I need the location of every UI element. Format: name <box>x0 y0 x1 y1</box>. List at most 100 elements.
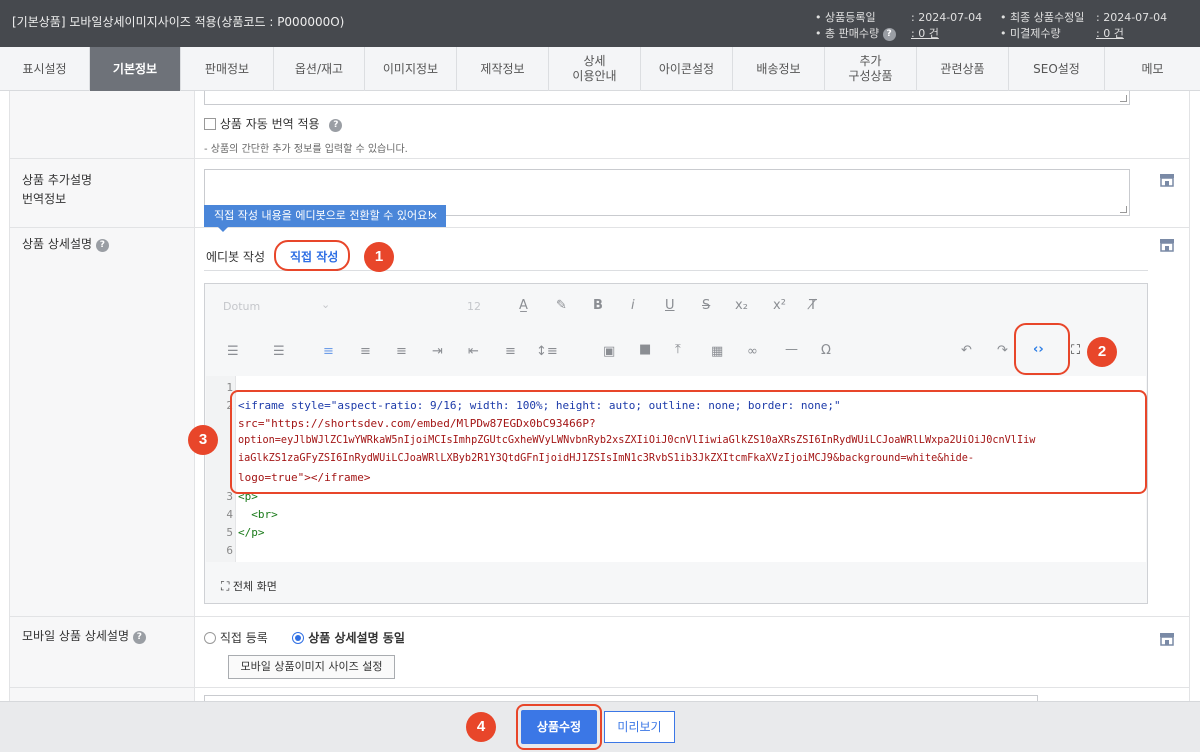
unpaid-label: • 미결제수량 <box>1000 27 1061 40</box>
fullscreen-icon: ⛶ <box>221 579 230 593</box>
subscript-icon[interactable]: x₂ <box>735 298 748 313</box>
font-size-select[interactable]: 12 <box>467 300 481 313</box>
short-desc-textarea[interactable] <box>204 91 1130 105</box>
upload-icon[interactable]: ⤒ <box>675 342 681 357</box>
tab-related-products[interactable]: 관련상품 <box>917 47 1009 91</box>
unpaid-value[interactable]: : 0 건 <box>1096 26 1124 42</box>
link-icon[interactable]: ∞ <box>747 344 758 359</box>
help-icon[interactable]: ? <box>132 631 146 644</box>
mobile-option-direct[interactable]: 직접 등록 <box>204 629 268 646</box>
help-icon[interactable]: ? <box>95 239 109 252</box>
tab-label: 배송정보 <box>756 61 801 76</box>
expand-icon[interactable]: ⛶ <box>1071 343 1080 358</box>
justify-icon[interactable]: ≡ <box>505 344 516 359</box>
folder-icon[interactable]: ■ <box>639 342 651 357</box>
image-icon[interactable]: ▣ <box>603 344 615 359</box>
code-line: </p> <box>238 526 265 539</box>
tab-display[interactable]: 표시설정 <box>0 47 90 91</box>
tab-basic-info[interactable]: 기본정보 <box>90 47 181 91</box>
tab-image-info[interactable]: 이미지정보 <box>365 47 457 91</box>
italic-icon[interactable]: i <box>631 298 635 313</box>
underline-icon[interactable]: U <box>665 298 675 313</box>
redo-icon[interactable]: ↷ <box>997 343 1008 358</box>
form-right-gutter <box>1189 91 1200 701</box>
tab-label: 기본정보 <box>112 61 158 76</box>
outdent-icon[interactable]: ⇤ <box>468 344 479 359</box>
auto-translate-label: 상품 자동 번역 적용 <box>219 117 320 131</box>
help-icon[interactable]: ? <box>329 119 343 132</box>
tab-label: 상세 이용안내 <box>572 54 617 83</box>
tab-detail-guide[interactable]: 상세 이용안내 <box>549 47 641 91</box>
font-family-select[interactable]: Dotum <box>223 300 260 313</box>
tab-options-stock[interactable]: 옵션/재고 <box>274 47 365 91</box>
tab-label: 아이콘설정 <box>658 61 715 76</box>
tab-sales-info[interactable]: 판매정보 <box>181 47 274 91</box>
line-height-icon[interactable]: ↕≡ <box>536 344 558 359</box>
undo-icon[interactable]: ↶ <box>961 343 972 358</box>
table-icon[interactable]: ▦ <box>711 344 723 359</box>
close-icon[interactable]: × <box>429 205 438 227</box>
tab-icon-settings[interactable]: 아이콘설정 <box>641 47 733 91</box>
align-left-icon[interactable]: ≡ <box>323 344 334 359</box>
ordered-list-icon[interactable]: ☰ <box>227 344 239 359</box>
step-marker-4: 4 <box>466 712 496 742</box>
auto-translate-checkbox[interactable] <box>204 118 216 130</box>
tab-label: SEO설정 <box>1033 61 1080 76</box>
line-number: 6 <box>226 544 233 557</box>
line-number: 2 <box>226 399 233 412</box>
store-icon[interactable] <box>1159 632 1175 646</box>
tab-label: 이미지정보 <box>382 61 439 76</box>
font-family-dropdown-icon[interactable]: ⌄ <box>321 298 330 311</box>
mobile-option-same[interactable]: 상품 상세설명 동일 <box>292 629 405 646</box>
bullet-list-icon[interactable]: ☰ <box>273 344 285 359</box>
special-char-icon[interactable]: Ω <box>821 343 831 358</box>
indent-icon[interactable]: ⇥ <box>432 344 443 359</box>
total-sales-info: • 총 판매수량 ? : 0 건 <box>815 26 939 42</box>
tab-label: 제작정보 <box>480 61 525 76</box>
row-divider <box>10 158 1189 159</box>
tab-production-info[interactable]: 제작정보 <box>457 47 549 91</box>
superscript-icon[interactable]: x² <box>773 298 786 313</box>
step-marker-1: 1 <box>364 242 394 272</box>
auto-translate-option[interactable]: 상품 자동 번역 적용 ? <box>204 115 343 132</box>
mode-tab-underline <box>204 270 1148 271</box>
align-center-icon[interactable]: ≡ <box>360 344 371 359</box>
tab-editbot-write[interactable]: 에디봇 작성 <box>206 248 265 265</box>
tab-additional-products[interactable]: 추가 구성상품 <box>825 47 917 91</box>
form-left-gutter <box>0 91 10 701</box>
tab-label: 옵션/재고 <box>294 61 344 76</box>
bold-icon[interactable]: B <box>593 298 603 313</box>
mobile-desc-label-wrap: 모바일 상품 상세설명 ? <box>22 625 146 647</box>
radio-same[interactable] <box>292 632 304 644</box>
strikethrough-icon[interactable]: S <box>702 298 710 313</box>
tooltip-text: 직접 작성 내용을 에디봇으로 전환할 수 있어요! <box>214 209 432 222</box>
total-sales-label: • 총 판매수량 <box>815 27 880 40</box>
preview-button[interactable]: 미리보기 <box>604 711 675 743</box>
mobile-image-size-button[interactable]: 모바일 상품이미지 사이즈 설정 <box>228 655 395 679</box>
resize-handle[interactable] <box>1120 95 1127 102</box>
short-desc-hint: - 상품의 간단한 추가 정보를 입력할 수 있습니다. <box>204 144 408 155</box>
translation-info-label: 번역정보 <box>22 192 67 206</box>
clear-format-icon[interactable]: T̸ <box>809 298 817 313</box>
tab-bar: 표시설정 기본정보 판매정보 옵션/재고 이미지정보 제작정보 상세 이용안내 … <box>0 47 1200 91</box>
total-sales-value[interactable]: : 0 건 <box>911 26 939 42</box>
tab-seo-settings[interactable]: SEO설정 <box>1009 47 1105 91</box>
align-right-icon[interactable]: ≡ <box>396 344 407 359</box>
horizontal-rule-icon[interactable]: — <box>785 342 798 357</box>
line-number: 4 <box>226 508 233 521</box>
store-icon[interactable] <box>1159 238 1175 252</box>
row-divider <box>10 227 1189 228</box>
help-icon[interactable]: ? <box>882 28 896 41</box>
highlight-code-view <box>1014 323 1070 375</box>
step-marker-2: 2 <box>1087 337 1117 367</box>
fullscreen-label: 전체 화면 <box>232 580 277 593</box>
tab-memo[interactable]: 메모 <box>1105 47 1200 91</box>
fullscreen-toggle[interactable]: ⛶ 전체 화면 <box>221 578 277 594</box>
editbot-tooltip: 직접 작성 내용을 에디봇으로 전환할 수 있어요! × <box>204 205 446 232</box>
text-color-icon[interactable]: A̲ <box>519 298 528 313</box>
store-icon[interactable] <box>1159 173 1175 187</box>
tab-shipping-info[interactable]: 배송정보 <box>733 47 825 91</box>
highlight-icon[interactable]: ✎ <box>556 298 567 313</box>
radio-direct[interactable] <box>204 632 216 644</box>
resize-handle[interactable] <box>1120 206 1127 213</box>
